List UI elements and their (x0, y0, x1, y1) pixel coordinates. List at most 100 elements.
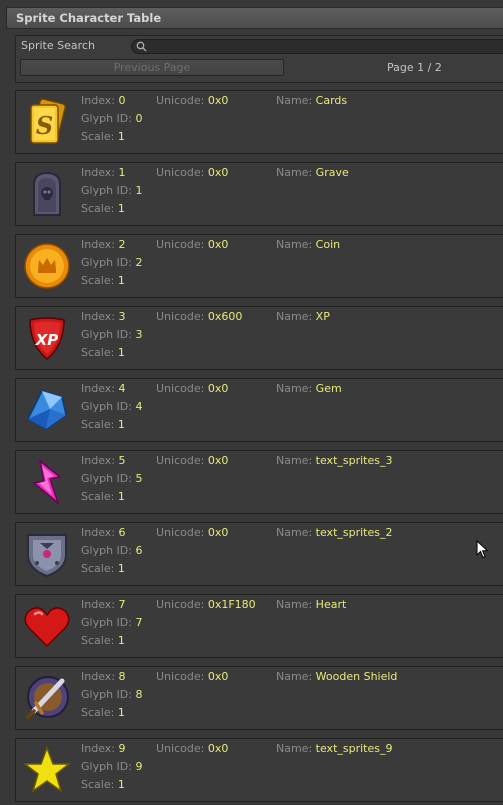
sprite-name-field: Name: Grave (276, 166, 349, 179)
field-value: 0x0 (207, 238, 229, 251)
sprite-unicode-field: Unicode: 0x1F180 (156, 598, 256, 611)
sprite-entry[interactable]: Index: 1 Unicode: 0x0 Name: Grave Glyph ID:… (15, 162, 503, 226)
panel-header[interactable]: Sprite Character Table (6, 7, 503, 29)
field-label: Scale: (81, 634, 115, 647)
field-label: Scale: (81, 778, 115, 791)
sprite-unicode-field: Unicode: 0x0 (156, 238, 228, 251)
sprite-glyph-id-field: Glyph ID: 4 (81, 400, 142, 413)
field-value: 1 (117, 274, 125, 287)
sprite-entry[interactable]: Index: 4 Unicode: 0x0 Name: Gem Glyph ID: 4… (15, 378, 503, 442)
search-field[interactable] (131, 39, 503, 54)
field-value: 5 (118, 454, 126, 467)
field-value: 1 (117, 346, 125, 359)
field-label: Scale: (81, 202, 115, 215)
field-label: Unicode: (156, 310, 205, 323)
sprite-name-field: Name: text_sprites_3 (276, 454, 392, 467)
sprite-entry[interactable]: Index: 2 Unicode: 0x0 Name: Coin Glyph ID: … (15, 234, 503, 298)
field-value: 3 (135, 328, 143, 341)
field-value: 1 (118, 166, 126, 179)
coin-icon (24, 243, 70, 289)
search-input[interactable] (150, 40, 500, 53)
field-label: Index: (81, 454, 115, 467)
sprite-index-field: Index: 9 (81, 742, 126, 755)
field-value: 1 (117, 418, 125, 431)
sprite-entry[interactable]: XP Index: 3 Unicode: 0x600 Name: XP Glyph I… (15, 306, 503, 370)
field-label: Scale: (81, 418, 115, 431)
sprite-index-field: Index: 6 (81, 526, 126, 539)
field-value: 5 (135, 472, 143, 485)
sprite-entry[interactable]: Index: 5 Unicode: 0x0 Name: text_sprites_3… (15, 450, 503, 514)
heart-icon (24, 607, 70, 648)
field-label: Index: (81, 94, 115, 107)
field-label: Unicode: (156, 670, 205, 683)
svg-text:S: S (36, 111, 53, 140)
sprite-index-field: Index: 4 (81, 382, 126, 395)
field-label: Scale: (81, 346, 115, 359)
field-value: 0x0 (207, 742, 229, 755)
previous-page-button[interactable]: Previous Page (20, 59, 284, 76)
field-label: Glyph ID: (81, 544, 132, 557)
field-label: Scale: (81, 562, 115, 575)
field-value: 1 (117, 562, 125, 575)
field-value: 6 (118, 526, 126, 539)
field-value: 0x0 (207, 166, 229, 179)
sprite-index-field: Index: 7 (81, 598, 126, 611)
field-label: Name: (276, 166, 313, 179)
field-label: Name: (276, 526, 313, 539)
field-value: 3 (118, 310, 126, 323)
field-label: Index: (81, 310, 115, 323)
sprite-index-field: Index: 8 (81, 670, 126, 683)
search-label: Sprite Search (21, 39, 95, 52)
field-value: text_sprites_3 (315, 454, 393, 467)
field-value: 1 (117, 634, 125, 647)
star-icon (22, 745, 72, 793)
sprite-entry[interactable]: Index: 8 Unicode: 0x0 Name: Wooden Shield G… (15, 666, 503, 730)
xp-shield-icon: XP (29, 317, 65, 360)
sprite-name-field: Name: Wooden Shield (276, 670, 397, 683)
sprite-entry[interactable]: Index: 7 Unicode: 0x1F180 Name: Heart Glyph… (15, 594, 503, 658)
sprite-entry[interactable]: S Index: 0 Unicode: 0x0 Name: Cards Glyph I… (15, 90, 503, 154)
field-value: XP (315, 310, 330, 323)
field-value: Grave (315, 166, 349, 179)
field-value: 0 (135, 112, 143, 125)
sprite-scale-field: Scale: 1 (81, 778, 125, 791)
field-value: Heart (315, 598, 347, 611)
field-label: Glyph ID: (81, 256, 132, 269)
field-label: Index: (81, 670, 115, 683)
field-value: 8 (118, 670, 126, 683)
sprite-unicode-field: Unicode: 0x0 (156, 670, 228, 683)
sprite-scale-field: Scale: 1 (81, 706, 125, 719)
field-value: 2 (118, 238, 126, 251)
field-value: 0x0 (207, 382, 229, 395)
field-value: Wooden Shield (315, 670, 398, 683)
field-label: Unicode: (156, 94, 205, 107)
field-label: Index: (81, 238, 115, 251)
sprite-glyph-id-field: Glyph ID: 6 (81, 544, 142, 557)
field-value: 9 (135, 760, 143, 773)
sprite-scale-field: Scale: 1 (81, 634, 125, 647)
sprite-entry[interactable]: Index: 9 Unicode: 0x0 Name: text_sprites_9… (15, 738, 503, 802)
field-value: Coin (315, 238, 341, 251)
field-value: 1 (117, 706, 125, 719)
field-label: Glyph ID: (81, 472, 132, 485)
sprite-index-field: Index: 5 (81, 454, 126, 467)
field-label: Scale: (81, 274, 115, 287)
field-label: Name: (276, 670, 313, 683)
sprite-scale-field: Scale: 1 (81, 418, 125, 431)
field-label: Unicode: (156, 454, 205, 467)
sprite-scale-field: Scale: 1 (81, 130, 125, 143)
field-label: Index: (81, 166, 115, 179)
search-panel: Sprite Search Previous Page Page 1 / 2 (15, 35, 503, 83)
field-label: Name: (276, 742, 313, 755)
field-label: Name: (276, 238, 313, 251)
field-value: 0x1F180 (207, 598, 256, 611)
field-value: Cards (315, 94, 348, 107)
sprite-glyph-id-field: Glyph ID: 9 (81, 760, 142, 773)
sprite-scale-field: Scale: 1 (81, 202, 125, 215)
sprite-glyph-id-field: Glyph ID: 5 (81, 472, 142, 485)
field-label: Glyph ID: (81, 688, 132, 701)
sprite-name-field: Name: Gem (276, 382, 342, 395)
sprite-unicode-field: Unicode: 0x0 (156, 454, 228, 467)
sprite-entry[interactable]: Index: 6 Unicode: 0x0 Name: text_sprites_2… (15, 522, 503, 586)
sprite-index-field: Index: 1 (81, 166, 126, 179)
